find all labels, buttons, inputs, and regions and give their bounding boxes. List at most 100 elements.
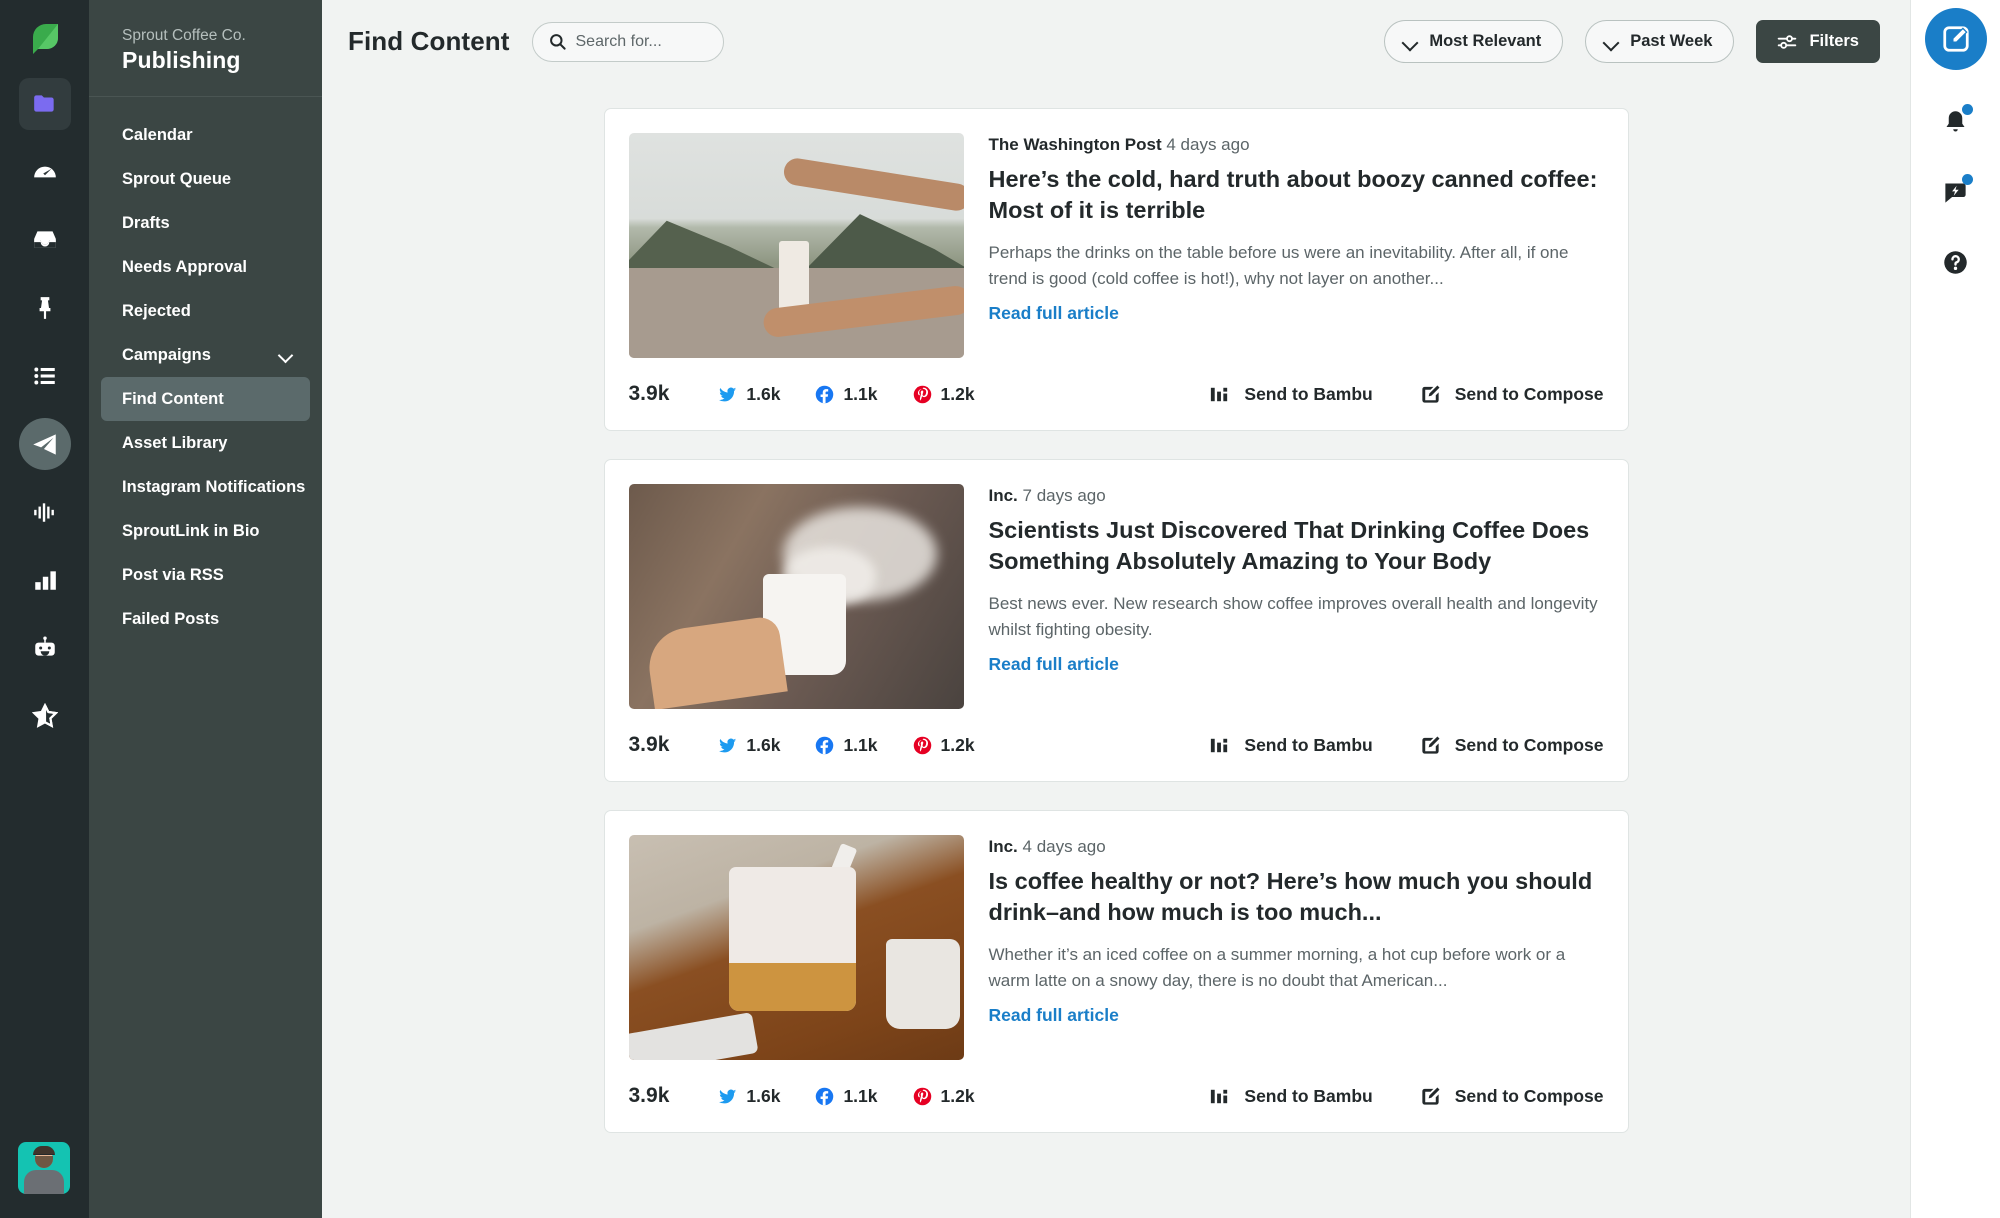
date-range-dropdown[interactable]: Past Week bbox=[1585, 20, 1735, 63]
action-label: Send to Compose bbox=[1454, 734, 1604, 755]
sidebar-item-label: Campaigns bbox=[122, 345, 211, 364]
card-body: The Washington Post 4 days ago Here’s the… bbox=[628, 133, 1604, 358]
bar-chart-icon bbox=[34, 571, 56, 590]
sprout-leaf-logo[interactable] bbox=[23, 16, 67, 60]
stat-value: 1.1k bbox=[843, 1085, 878, 1106]
rail-item-bar-chart-icon[interactable] bbox=[19, 554, 71, 606]
bambu-bars-icon bbox=[1211, 387, 1228, 401]
sidebar-item-drafts[interactable]: Drafts bbox=[101, 201, 310, 245]
sort-dropdown[interactable]: Most Relevant bbox=[1384, 20, 1564, 63]
rail-item-audio-wave-icon[interactable] bbox=[19, 486, 71, 538]
rail-item-list-icon[interactable] bbox=[19, 350, 71, 402]
filters-button[interactable]: Filters bbox=[1756, 20, 1880, 63]
chevron-down-icon bbox=[1603, 37, 1619, 47]
announcements-button[interactable] bbox=[1930, 166, 1982, 218]
compose-pencil-icon bbox=[1422, 384, 1440, 403]
rail-item-inbox-icon[interactable] bbox=[19, 214, 71, 266]
article-headline[interactable]: Scientists Just Discovered That Drinking… bbox=[989, 515, 1604, 578]
stat-value: 1.2k bbox=[940, 383, 975, 404]
pinterest-icon bbox=[913, 736, 931, 754]
article-headline[interactable]: Here’s the cold, hard truth about boozy … bbox=[989, 164, 1604, 227]
rail-item-pin-icon[interactable] bbox=[19, 282, 71, 334]
card-footer: 3.9k 1.6k 1.1k 1.2k Send to Bambu Send to Com… bbox=[629, 380, 1604, 406]
sidebar-item-asset-library[interactable]: Asset Library bbox=[101, 421, 310, 465]
sidebar-item-label: Drafts bbox=[122, 213, 170, 232]
sidebar-item-needs-approval[interactable]: Needs Approval bbox=[101, 245, 310, 289]
app-root: Sprout Coffee Co. Publishing Calendar Spr… bbox=[0, 0, 2000, 1218]
sidebar-item-label: Instagram Notifications bbox=[122, 477, 306, 496]
stat-facebook: 1.1k bbox=[814, 1085, 878, 1107]
user-avatar[interactable] bbox=[18, 1142, 70, 1194]
pinterest-icon bbox=[913, 1087, 931, 1105]
sidebar-item-rejected[interactable]: Rejected bbox=[101, 289, 310, 333]
stat-value: 1.2k bbox=[940, 734, 975, 755]
card-meta: Inc. 4 days ago bbox=[989, 837, 1604, 857]
rail-item-paper-plane-icon[interactable] bbox=[18, 418, 71, 470]
sidebar-item-post-via-rss[interactable]: Post via RSS bbox=[101, 553, 310, 597]
card-footer: 3.9k 1.6k 1.1k 1.2k Send to Bambu Send to Com… bbox=[629, 731, 1604, 757]
sidebar-item-find-content[interactable]: Find Content bbox=[101, 377, 310, 422]
read-full-article-link[interactable]: Read full article bbox=[989, 303, 1119, 324]
action-label: Send to Bambu bbox=[1244, 383, 1373, 404]
action-label: Send to Compose bbox=[1454, 1085, 1604, 1106]
read-full-article-link[interactable]: Read full article bbox=[989, 654, 1119, 675]
article-time: 4 days ago bbox=[1166, 135, 1250, 154]
stat-value: 1.6k bbox=[746, 734, 781, 755]
pin-icon bbox=[39, 297, 50, 319]
total-engagements: 3.9k bbox=[628, 382, 670, 405]
total-engagements: 3.9k bbox=[628, 733, 670, 756]
send-to-bambu-button[interactable]: Send to Bambu bbox=[1208, 383, 1373, 406]
announcement-badge bbox=[1961, 174, 1973, 185]
sidebar-item-label: Find Content bbox=[122, 389, 224, 408]
read-full-article-link[interactable]: Read full article bbox=[989, 1005, 1119, 1026]
sidebar-item-sprout-queue[interactable]: Sprout Queue bbox=[101, 157, 310, 201]
send-to-compose-button[interactable]: Send to Compose bbox=[1419, 734, 1604, 757]
send-to-compose-button[interactable]: Send to Compose bbox=[1419, 383, 1604, 406]
search-icon bbox=[549, 34, 566, 50]
compose-button[interactable] bbox=[1924, 8, 1987, 70]
inbox-icon bbox=[33, 231, 56, 248]
sidebar-header: Sprout Coffee Co. Publishing bbox=[89, 0, 322, 98]
send-to-bambu-button[interactable]: Send to Bambu bbox=[1208, 1085, 1373, 1108]
rail-item-speedometer-icon[interactable] bbox=[19, 146, 71, 198]
card-text: Inc. 7 days ago Scientists Just Discovere… bbox=[989, 484, 1604, 709]
article-thumbnail[interactable] bbox=[628, 484, 964, 709]
card-body: Inc. 4 days ago Is coffee healthy or not?… bbox=[628, 835, 1604, 1060]
sidebar-item-label: Asset Library bbox=[122, 433, 228, 452]
article-description: Best news ever. New research show coffee… bbox=[988, 593, 1598, 639]
stat-twitter: 1.6k bbox=[717, 735, 780, 756]
chevron-down-icon[interactable] bbox=[278, 347, 294, 363]
sliders-icon bbox=[1778, 34, 1797, 49]
article-thumbnail[interactable] bbox=[628, 835, 964, 1060]
send-to-compose-button[interactable]: Send to Compose bbox=[1419, 1085, 1604, 1108]
stat-twitter: 1.6k bbox=[717, 1086, 780, 1107]
folder-icon bbox=[33, 95, 54, 112]
help-icon bbox=[1944, 250, 1967, 274]
sidebar-item-calendar[interactable]: Calendar bbox=[101, 113, 310, 157]
sidebar-item-instagram-notifications[interactable]: Instagram Notifications bbox=[101, 465, 310, 509]
article-thumbnail[interactable] bbox=[628, 133, 964, 358]
search-input[interactable] bbox=[575, 32, 696, 51]
sidebar-item-failed-posts[interactable]: Failed Posts bbox=[101, 597, 310, 641]
top-toolbar: Find Content Most Relevant Past Week bbox=[322, 0, 1910, 83]
notification-badge bbox=[1961, 104, 1973, 115]
sidebar-item-label: Needs Approval bbox=[122, 257, 248, 276]
rail-item-star-icon[interactable] bbox=[19, 690, 71, 742]
rail-item-robot-icon[interactable] bbox=[19, 622, 71, 674]
article-headline[interactable]: Is coffee healthy or not? Here’s how muc… bbox=[989, 866, 1604, 929]
search-box[interactable] bbox=[531, 21, 724, 62]
content-card: The Washington Post 4 days ago Here’s the… bbox=[603, 108, 1629, 431]
help-button[interactable] bbox=[1930, 236, 1982, 288]
filters-label: Filters bbox=[1809, 32, 1859, 50]
card-footer: 3.9k 1.6k 1.1k 1.2k Send to Bambu Send to Com… bbox=[629, 1082, 1604, 1108]
sidebar-item-sproutlink-in-bio[interactable]: SproutLink in Bio bbox=[101, 509, 310, 553]
rail-item-folder-icon[interactable] bbox=[18, 78, 71, 130]
publishing-sidebar: Sprout Coffee Co. Publishing Calendar Spr… bbox=[89, 0, 322, 1218]
sidebar-item-label: Rejected bbox=[122, 301, 191, 320]
sidebar-item-campaigns[interactable]: Campaigns bbox=[101, 333, 310, 377]
main-content: Find Content Most Relevant Past Week bbox=[322, 0, 1910, 1218]
sidebar-item-label: Calendar bbox=[122, 125, 193, 144]
notifications-button[interactable] bbox=[1930, 96, 1982, 148]
send-to-bambu-button[interactable]: Send to Bambu bbox=[1208, 734, 1373, 757]
section-title: Publishing bbox=[122, 47, 241, 74]
